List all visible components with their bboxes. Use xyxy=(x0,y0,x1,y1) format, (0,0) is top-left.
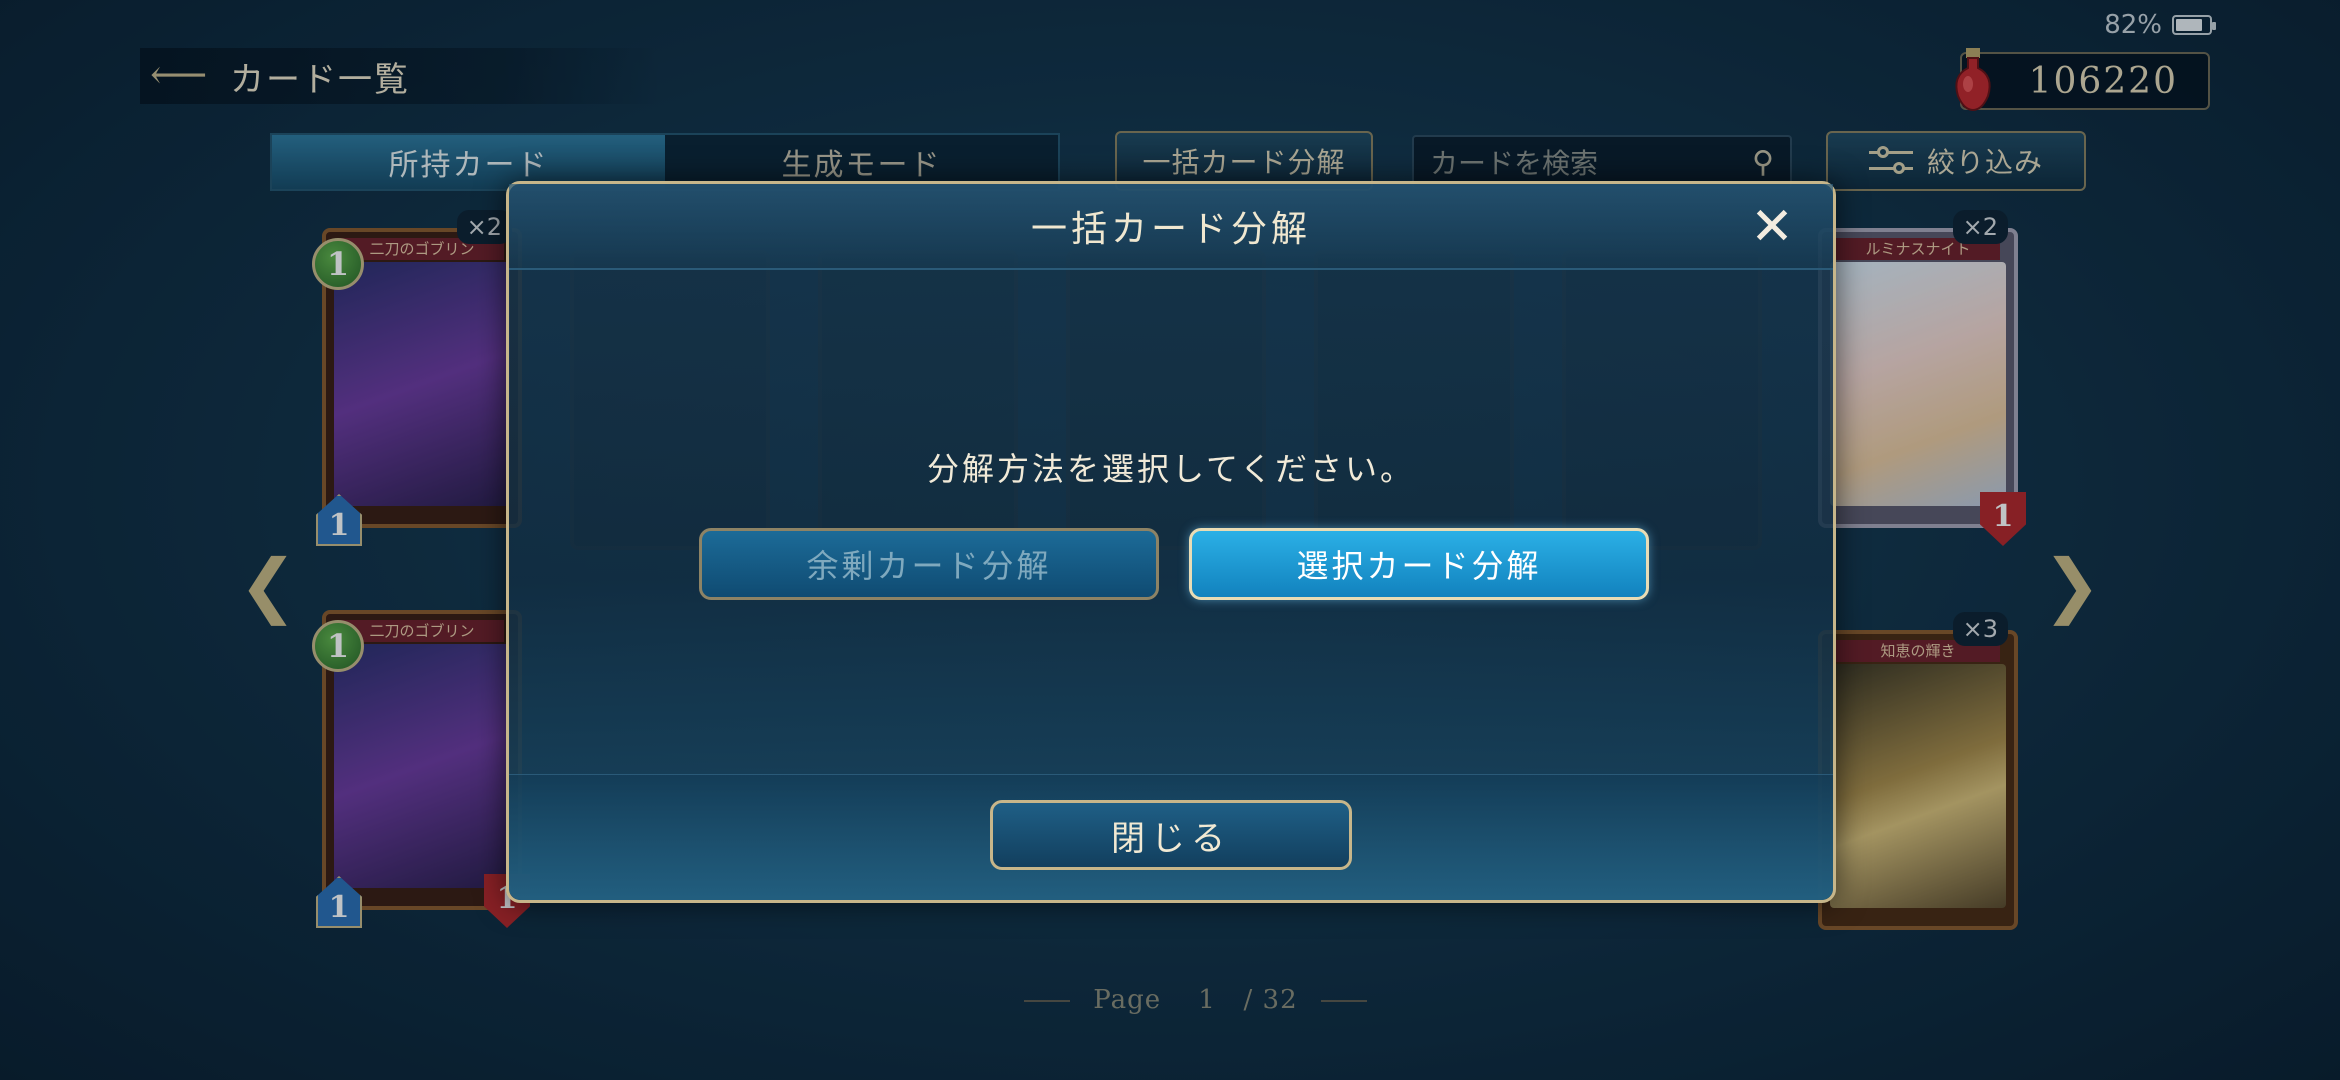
bulk-dismantle-dialog: 一括カード分解 ✕ 分解方法を選択してください。 余剰カード分解 選択カード分解 xyxy=(506,181,1836,903)
dialog-title: 一括カード分解 xyxy=(1030,209,1311,250)
dialog-message: 分解方法を選択してください。 xyxy=(926,450,1416,488)
close-icon[interactable]: ✕ xyxy=(1749,201,1795,253)
surplus-dismantle-button[interactable]: 余剰カード分解 xyxy=(699,528,1159,600)
dialog-header: 一括カード分解 ✕ xyxy=(509,184,1833,270)
selected-dismantle-button[interactable]: 選択カード分解 xyxy=(1189,528,1649,600)
close-button[interactable]: 閉じる xyxy=(990,800,1352,870)
